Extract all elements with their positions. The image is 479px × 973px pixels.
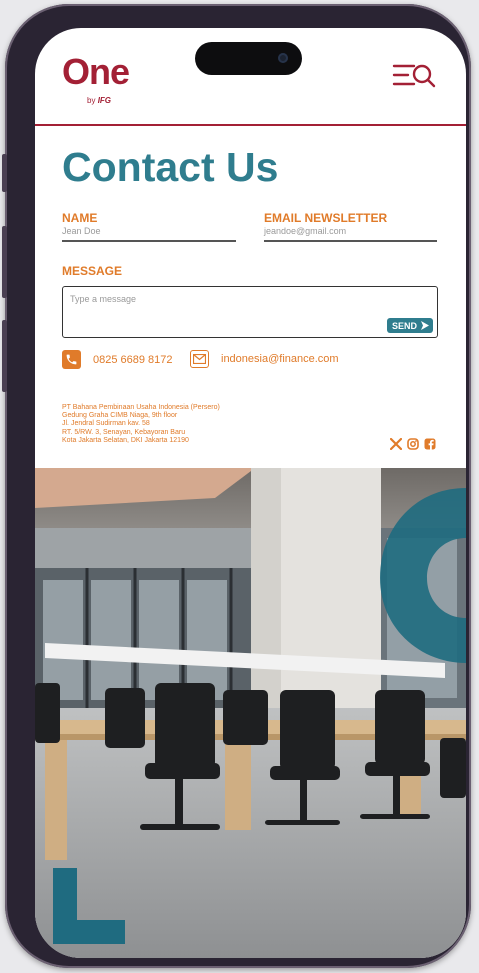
email-label: EMAIL NEWSLETTER bbox=[264, 211, 388, 225]
camera-icon bbox=[278, 53, 288, 63]
social-links bbox=[390, 438, 436, 450]
volume-up-button bbox=[2, 226, 7, 298]
name-field[interactable]: Jean Doe bbox=[62, 226, 101, 236]
email-field-underline bbox=[264, 240, 437, 242]
address-line: RT. 5/RW. 3, Senayan, Kebayoran Baru bbox=[62, 428, 186, 436]
mail-icon bbox=[190, 350, 209, 368]
email-contact[interactable]: indonesia@finance.com bbox=[190, 350, 339, 368]
phone-number: 0825 6689 8172 bbox=[93, 353, 173, 366]
office-illustration bbox=[35, 468, 466, 958]
phone-screen: One by IFG Contact Us NAME Jean Doe EMAI… bbox=[35, 28, 466, 958]
send-button[interactable]: SEND bbox=[386, 318, 433, 333]
company-address: PT Bahana Pembinaan Usaha Indonesia (Per… bbox=[62, 404, 220, 445]
send-label: SEND bbox=[391, 320, 417, 331]
x-icon[interactable] bbox=[390, 438, 402, 450]
address-line: PT Bahana Pembinaan Usaha Indonesia (Per… bbox=[62, 404, 220, 411]
logo-group: IFG bbox=[97, 96, 112, 105]
logo-text: One bbox=[62, 51, 130, 92]
address-line: Jl. Jendral Sudirman kav. 58 bbox=[62, 420, 150, 428]
address-line: Gedung Graha CIMB Niaga, 9th floor bbox=[62, 412, 178, 420]
send-arrow-icon bbox=[421, 321, 429, 330]
address-line: Kota Jakarta Selatan, DKI Jakarta 12190 bbox=[62, 436, 189, 444]
logo-byline: by IFG bbox=[87, 96, 111, 105]
office-photo bbox=[35, 468, 466, 958]
phone-contact[interactable]: 0825 6689 8172 bbox=[62, 350, 173, 369]
menu-search-icon[interactable] bbox=[392, 62, 436, 88]
mute-switch bbox=[2, 154, 7, 192]
name-label: NAME bbox=[62, 211, 98, 225]
dynamic-island bbox=[195, 42, 302, 75]
volume-down-button bbox=[2, 320, 7, 392]
email-address: indonesia@finance.com bbox=[221, 353, 339, 365]
brand-logo[interactable]: One by IFG bbox=[62, 51, 130, 106]
phone-frame: One by IFG Contact Us NAME Jean Doe EMAI… bbox=[2, 4, 471, 968]
message-input[interactable]: Type a message SEND bbox=[62, 286, 438, 338]
facebook-icon[interactable] bbox=[424, 438, 436, 450]
logo-by: by bbox=[87, 96, 96, 105]
message-placeholder: Type a message bbox=[70, 294, 137, 304]
instagram-icon[interactable] bbox=[407, 438, 419, 450]
phone-icon bbox=[62, 350, 81, 369]
email-field[interactable]: jeandoe@gmail.com bbox=[264, 226, 346, 236]
name-field-underline bbox=[62, 240, 236, 242]
page-title: Contact Us bbox=[62, 144, 279, 190]
message-label: MESSAGE bbox=[62, 264, 123, 278]
